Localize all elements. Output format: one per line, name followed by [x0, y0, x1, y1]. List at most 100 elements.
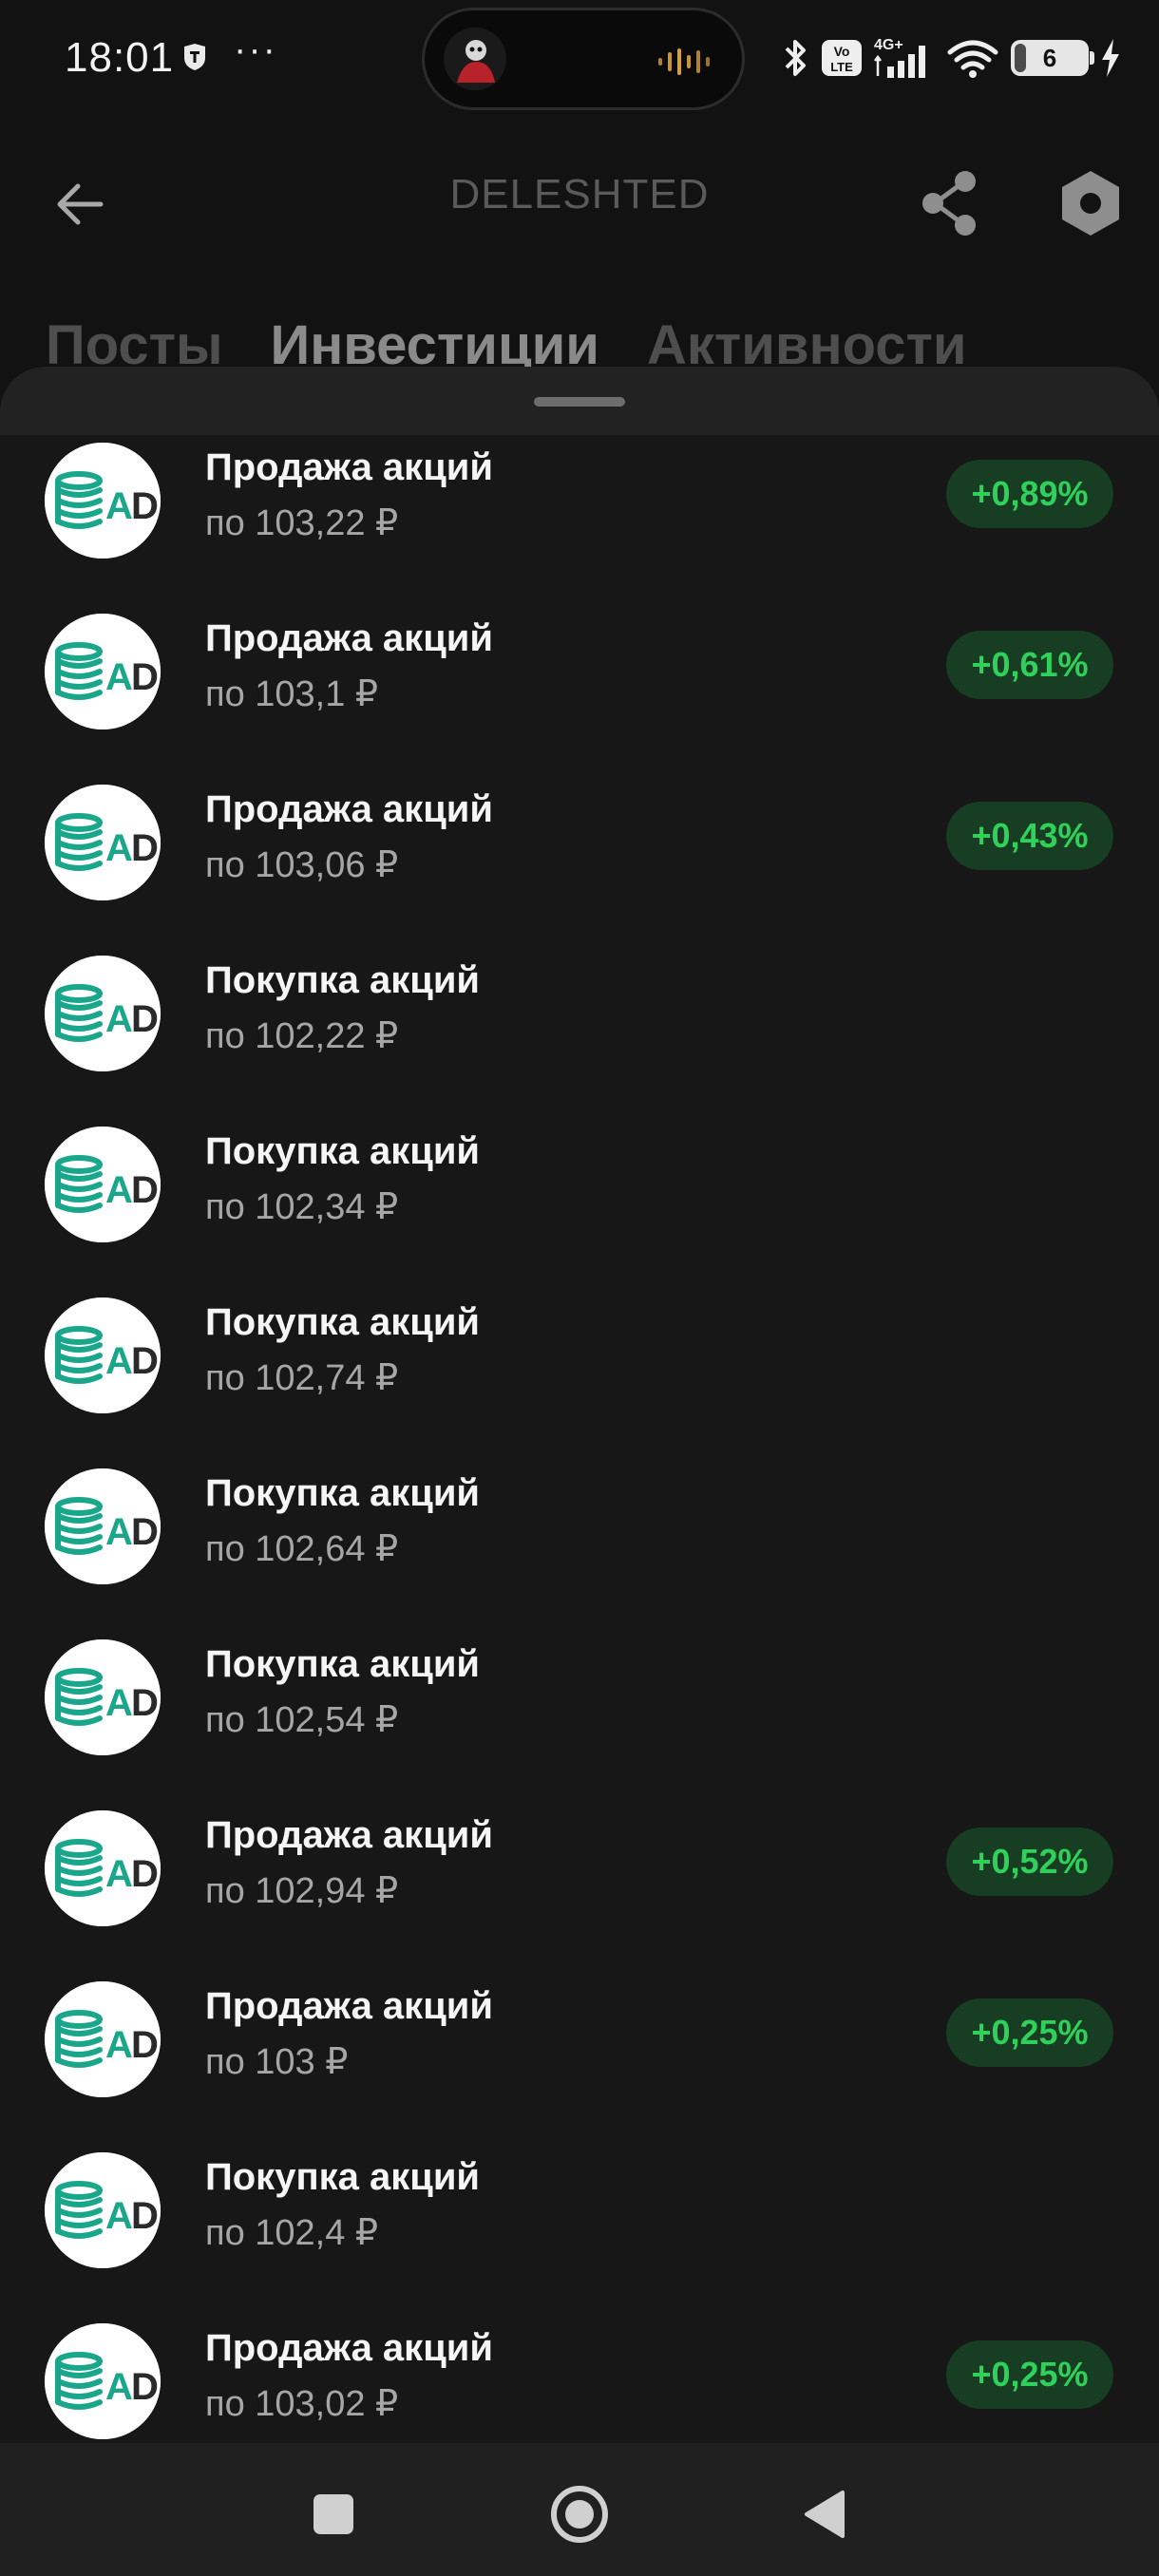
svg-text:A: A	[105, 1853, 133, 1895]
svg-text:A: A	[105, 2366, 133, 2408]
operation-row[interactable]: A D Продажа акций по 103,06 ₽ +0,43%	[0, 777, 1159, 948]
operation-price: по 102,22 ₽	[205, 1016, 399, 1056]
operations-sheet: A D Продажа акций по 103,22 ₽ +0,89% A D …	[0, 367, 1159, 2443]
operation-type: Продажа акций	[205, 617, 493, 659]
svg-text:D: D	[131, 998, 159, 1040]
media-avatar	[444, 28, 506, 90]
operation-type: Покупка акций	[205, 1472, 481, 1514]
svg-text:D: D	[131, 1682, 159, 1724]
company-logo: A D	[45, 1297, 161, 1413]
svg-text:D: D	[131, 1853, 159, 1895]
svg-text:D: D	[131, 827, 159, 869]
operation-type: Покупка акций	[205, 959, 481, 1001]
operation-price: по 103,06 ₽	[205, 845, 399, 885]
operation-row[interactable]: A D Покупка акций по 102,64 ₽	[0, 1461, 1159, 1632]
operation-row[interactable]: A D Покупка акций по 102,22 ₽	[0, 948, 1159, 1119]
svg-text:A: A	[105, 2195, 133, 2237]
svg-text:LTE: LTE	[830, 60, 853, 74]
operation-type: Покупка акций	[205, 1643, 481, 1685]
svg-text:D: D	[131, 1340, 159, 1382]
operation-price: по 103,1 ₽	[205, 674, 379, 714]
profit-badge: +0,89%	[946, 460, 1113, 528]
svg-text:A: A	[105, 998, 133, 1040]
operation-type: Покупка акций	[205, 2156, 481, 2198]
battery-icon: 6	[1011, 40, 1094, 76]
dynamic-island[interactable]	[422, 8, 745, 110]
svg-text:A: A	[105, 827, 133, 869]
operation-price: по 102,64 ₽	[205, 1529, 399, 1569]
signal-icon: 4G+	[874, 37, 925, 78]
status-bar: 18:01 ··· Vo LTE 4G+ 6	[0, 0, 1159, 114]
profit-badge: +0,43%	[946, 802, 1113, 870]
svg-text:4G+: 4G+	[874, 37, 903, 53]
hexagon-settings-icon[interactable]	[1053, 165, 1129, 241]
operation-row[interactable]: A D Продажа акций по 103 ₽ +0,25%	[0, 1974, 1159, 2145]
more-notifications-indicator: ···	[234, 28, 277, 70]
operation-row[interactable]: A D Покупка акций по 102,74 ₽	[0, 1290, 1159, 1461]
operation-type: Продажа акций	[205, 1985, 493, 2027]
system-navigation-bar	[0, 2443, 1159, 2576]
company-logo: A D	[45, 1810, 161, 1926]
operation-price: по 103,22 ₽	[205, 503, 399, 543]
profile-header: DELESHTED	[0, 142, 1159, 256]
profit-badge: +0,25%	[946, 1998, 1113, 2067]
svg-text:A: A	[105, 485, 133, 527]
operation-row[interactable]: A D Продажа акций по 103,1 ₽ +0,61%	[0, 606, 1159, 777]
triangle-back-icon[interactable]	[793, 2481, 860, 2548]
wifi-icon	[947, 40, 998, 78]
svg-text:A: A	[105, 656, 133, 698]
shield-badge-icon	[184, 44, 205, 70]
volte-icon: Vo LTE	[822, 40, 862, 76]
operation-row[interactable]: A D Продажа акций по 102,94 ₽ +0,52%	[0, 1803, 1159, 1974]
system-icons: Vo LTE 4G+ 6	[783, 34, 1121, 82]
svg-text:D: D	[131, 1169, 159, 1211]
company-logo: A D	[45, 1468, 161, 1584]
operation-type: Продажа акций	[205, 446, 493, 488]
square-icon[interactable]	[300, 2481, 367, 2548]
status-time: 18:01	[65, 34, 175, 81]
operation-type: Продажа акций	[205, 788, 493, 830]
operation-row[interactable]: A D Покупка акций по 102,54 ₽	[0, 1632, 1159, 1803]
operations-list: A D Продажа акций по 103,22 ₽ +0,89% A D …	[0, 435, 1159, 2443]
company-logo: A D	[45, 2152, 161, 2268]
company-logo: A D	[45, 785, 161, 900]
operation-price: по 102,4 ₽	[205, 2213, 379, 2253]
battery-level: 6	[1042, 43, 1057, 72]
operation-price: по 102,94 ₽	[205, 1871, 399, 1911]
profit-badge: +0,61%	[946, 631, 1113, 699]
operation-row[interactable]: A D Покупка акций по 102,4 ₽	[0, 2145, 1159, 2316]
svg-text:D: D	[131, 2195, 159, 2237]
operation-type: Покупка акций	[205, 1130, 481, 1172]
sheet-drag-handle[interactable]	[534, 397, 625, 407]
operation-row[interactable]: A D Продажа акций по 103,22 ₽ +0,89%	[0, 435, 1159, 606]
operation-row[interactable]: A D Продажа акций по 103,02 ₽ +0,25%	[0, 2316, 1159, 2443]
operation-price: по 103 ₽	[205, 2042, 349, 2082]
company-logo: A D	[45, 1639, 161, 1755]
bluetooth-icon	[785, 40, 806, 76]
svg-text:A: A	[105, 1682, 133, 1724]
svg-text:D: D	[131, 485, 159, 527]
operation-price: по 102,54 ₽	[205, 1700, 399, 1740]
operation-price: по 103,02 ₽	[205, 2384, 399, 2424]
operation-price: по 102,34 ₽	[205, 1187, 399, 1227]
operation-row[interactable]: A D Покупка акций по 102,34 ₽	[0, 1119, 1159, 1290]
svg-text:A: A	[105, 1340, 133, 1382]
company-logo: A D	[45, 2323, 161, 2439]
company-logo: A D	[45, 614, 161, 729]
company-logo: A D	[45, 956, 161, 1071]
svg-text:Vo: Vo	[834, 44, 850, 59]
svg-text:A: A	[105, 1169, 133, 1211]
company-logo: A D	[45, 1127, 161, 1242]
operation-type: Продажа акций	[205, 1814, 493, 1856]
profit-badge: +0,52%	[946, 1828, 1113, 1896]
svg-text:D: D	[131, 656, 159, 698]
svg-text:D: D	[131, 2024, 159, 2066]
company-logo: A D	[45, 1981, 161, 2097]
sheet-header[interactable]	[0, 367, 1159, 435]
svg-text:D: D	[131, 1511, 159, 1553]
profit-badge: +0,25%	[946, 2340, 1113, 2409]
circle-home-icon[interactable]	[546, 2481, 613, 2548]
share-icon[interactable]	[914, 167, 986, 239]
svg-text:A: A	[105, 2024, 133, 2066]
audio-waveform-icon	[658, 48, 710, 75]
